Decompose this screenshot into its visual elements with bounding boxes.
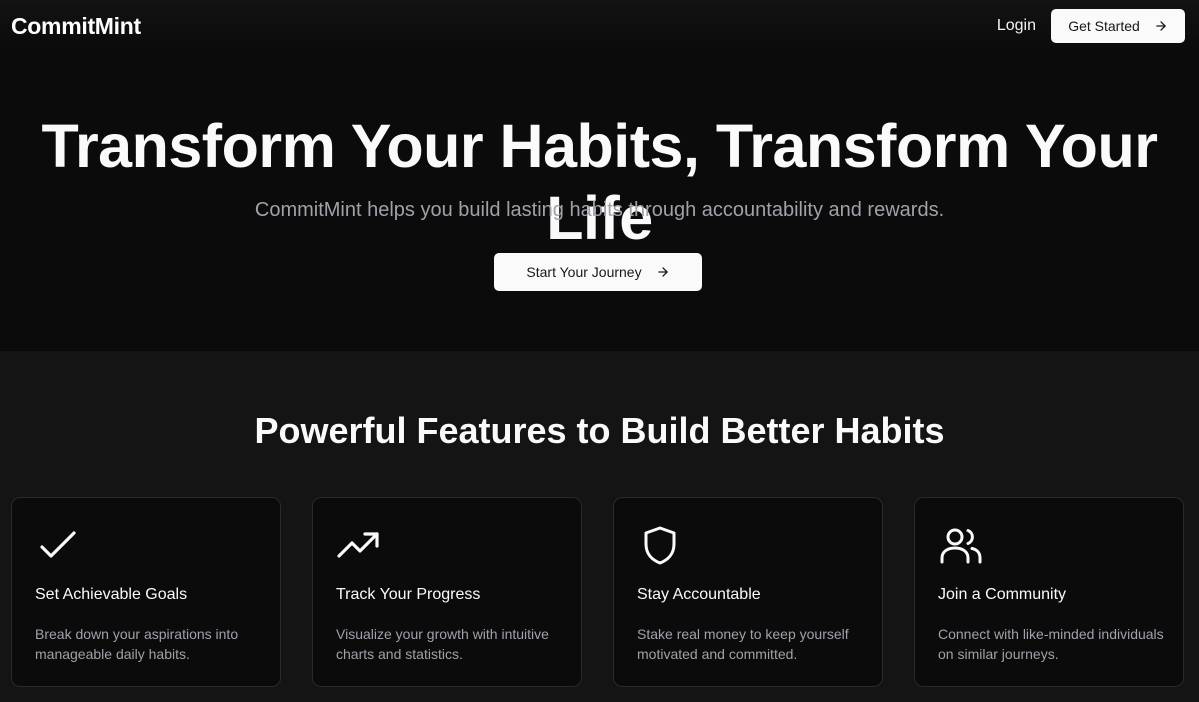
feature-title: Stay Accountable (637, 586, 761, 603)
feature-title: Track Your Progress (336, 586, 481, 603)
feature-description: Stake real money to keep yourself motiva… (637, 626, 849, 662)
arrow-right-icon (657, 267, 668, 277)
feature-description: Connect with like-minded individuals on … (938, 626, 1164, 662)
feature-card-accountable: Stay Accountable Stake real money to kee… (613, 497, 883, 687)
login-link[interactable]: Login (997, 17, 1036, 35)
start-journey-label: Start Your Journey (526, 264, 642, 280)
feature-card-goals: Set Achievable Goals Break down your asp… (11, 497, 281, 687)
feature-title: Join a Community (938, 586, 1067, 603)
feature-description: Break down your aspirations into managea… (35, 626, 239, 662)
features-title: Powerful Features to Build Better Habits (254, 410, 945, 451)
shield-icon (636, 522, 684, 570)
get-started-button[interactable]: Get Started (1051, 9, 1185, 43)
start-journey-button[interactable]: Start Your Journey (494, 253, 702, 291)
feature-card-community: Join a Community Connect with like-minde… (914, 497, 1184, 687)
hero-subtitle: CommitMint helps you build lasting habit… (254, 199, 945, 221)
arrow-right-icon (1156, 21, 1166, 31)
top-navbar: CommitMint Login Get Started (0, 0, 1199, 52)
feature-description: Visualize your growth with intuitive cha… (336, 626, 549, 662)
feature-title: Set Achievable Goals (35, 586, 188, 603)
features-section: Powerful Features to Build Better Habits… (0, 351, 1199, 702)
feature-card-progress: Track Your Progress Visualize your growt… (312, 497, 582, 687)
hero-title: Transform Your Habits, Transform Your Li… (41, 112, 1158, 252)
get-started-label: Get Started (1068, 18, 1140, 34)
trending-up-icon (335, 522, 383, 570)
nav-actions: Login Get Started (997, 9, 1185, 43)
check-icon (34, 522, 82, 570)
users-icon (937, 522, 985, 570)
hero-section: Transform Your Habits, Transform Your Li… (0, 52, 1199, 351)
brand-logo[interactable]: CommitMint (11, 13, 141, 40)
